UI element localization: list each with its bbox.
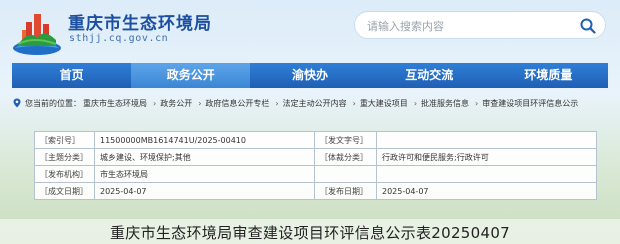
breadcrumb-item[interactable]: 审查建设项目环评信息公示	[482, 98, 578, 109]
nav-item-interaction[interactable]: 互动交流	[370, 63, 489, 88]
breadcrumb-separator: ›	[352, 98, 356, 108]
breadcrumb-separator: ›	[153, 98, 157, 108]
nav-item-gov-open[interactable]: 政务公开	[131, 63, 251, 88]
info-value: 11500000MB1614741U/2025-00410	[94, 131, 315, 149]
info-key: ［主题分类］	[34, 148, 95, 166]
breadcrumb-prefix: 您当前的位置：	[25, 98, 81, 108]
main-nav: 首页 政务公开 渝快办 互动交流 环境质量	[12, 63, 608, 88]
search-input[interactable]	[367, 18, 567, 34]
breadcrumb-item[interactable]: 政务公开	[160, 98, 192, 109]
logo-icon[interactable]	[10, 4, 64, 58]
location-pin-icon	[13, 98, 21, 108]
info-key: ［发布日期］	[314, 182, 377, 200]
breadcrumb-item[interactable]: 法定主动公开内容	[283, 98, 347, 109]
nav-item-home[interactable]: 首页	[12, 63, 131, 88]
breadcrumb-separator: ›	[198, 98, 202, 108]
breadcrumb-item[interactable]: 政府信息公开专栏	[205, 98, 269, 109]
nav-item-yukuaiban[interactable]: 渝快办	[250, 63, 369, 88]
info-value	[376, 165, 597, 183]
document-info-table: ［索引号］ 11500000MB1614741U/2025-00410 ［发文字…	[34, 131, 597, 200]
site-url: sthjj.cq.gov.cn	[69, 33, 169, 44]
search-icon[interactable]	[580, 18, 596, 34]
breadcrumb-item[interactable]: 重庆市生态环境局	[83, 98, 147, 109]
info-key: ［索引号］	[34, 131, 95, 149]
breadcrumb-separator: ›	[275, 98, 279, 108]
nav-item-env-quality[interactable]: 环境质量	[489, 63, 608, 88]
page-title: 重庆市生态环境局审查建设项目环评信息公示表20250407	[109, 224, 511, 242]
info-value: 行政许可和便民服务;行政许可	[376, 148, 597, 166]
info-value: 2025-04-07	[376, 182, 597, 200]
info-key	[314, 165, 377, 183]
info-key: ［成文日期］	[34, 182, 95, 200]
table-row: ［发布机构］ 市生态环境局	[34, 165, 597, 183]
info-key: ［发文字号］	[314, 131, 377, 149]
breadcrumb-separator: ›	[413, 98, 418, 108]
info-value: 城乡建设、环境保护;其他	[94, 148, 315, 166]
table-row: ［成文日期］ 2025-04-07 ［发布日期］ 2025-04-07	[34, 182, 597, 200]
breadcrumb: 您当前的位置： 重庆市生态环境局 › 政务公开 › 政府信息公开专栏 › 法定主…	[12, 95, 612, 111]
site-header: 重庆市生态环境局 sthjj.cq.gov.cn	[0, 0, 620, 62]
site-title[interactable]: 重庆市生态环境局	[68, 9, 212, 34]
info-key: ［发布机构］	[34, 165, 95, 183]
info-value	[376, 131, 597, 149]
info-key: ［体裁分类］	[314, 148, 377, 166]
info-value: 市生态环境局	[94, 165, 315, 183]
breadcrumb-item[interactable]: 批准服务信息	[421, 98, 469, 109]
table-row: ［主题分类］ 城乡建设、环境保护;其他 ［体裁分类］ 行政许可和便民服务;行政许…	[34, 148, 597, 166]
breadcrumb-separator: ›	[475, 98, 479, 108]
table-row: ［索引号］ 11500000MB1614741U/2025-00410 ［发文字…	[34, 131, 597, 149]
info-value: 2025-04-07	[94, 182, 315, 200]
search-box	[354, 11, 606, 39]
breadcrumb-item[interactable]: 重大建设项目	[360, 98, 408, 109]
